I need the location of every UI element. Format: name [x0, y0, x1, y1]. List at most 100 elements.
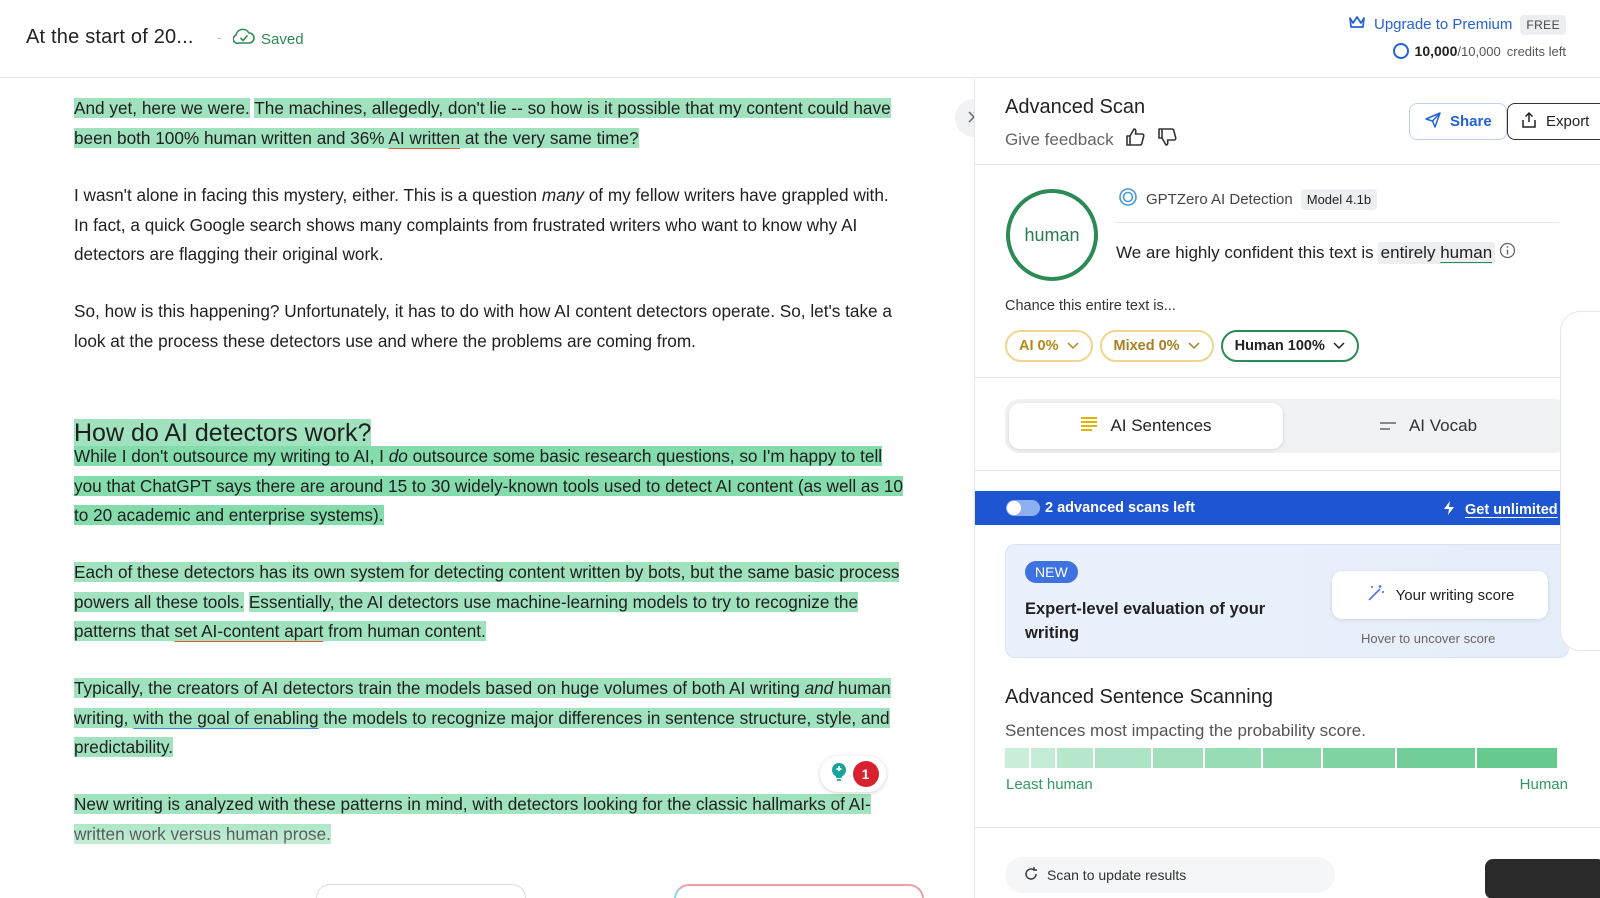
- promo-text: Expert-level evaluation of your writing: [1025, 600, 1266, 642]
- sentence-text: While I don't outsource my writing to AI…: [74, 446, 384, 466]
- emphasis-text: many: [541, 185, 584, 205]
- chevron-down-icon: [1188, 338, 1200, 354]
- scan-update-button[interactable]: Scan to update results: [1005, 857, 1335, 893]
- divider: [975, 377, 1600, 378]
- scale-high-label: Human: [1519, 776, 1568, 793]
- sentence-highlight[interactable]: New writing is analyzed with these patte…: [74, 794, 871, 844]
- result-ring: human: [1006, 189, 1098, 281]
- paragraph-1[interactable]: And yet, here we were. The machines, all…: [74, 94, 904, 153]
- divider: [975, 164, 1600, 165]
- export-icon: [1520, 111, 1538, 133]
- magic-wand-icon: [1366, 583, 1386, 607]
- analysis-tabs: AI Sentences AI Vocab: [1005, 399, 1569, 453]
- new-badge: NEW: [1025, 561, 1078, 583]
- update-label: Scan to update results: [1047, 867, 1187, 883]
- paragraph-6[interactable]: Typically, the creators of AI detectors …: [74, 674, 904, 763]
- writing-score-promo: NEW Expert-level evaluation of your writ…: [1005, 544, 1569, 658]
- share-button[interactable]: Share: [1409, 103, 1507, 140]
- side-drawer-handle[interactable]: [1560, 311, 1600, 651]
- panel-title: Advanced Scan: [1005, 96, 1146, 118]
- vocab-icon: [1379, 416, 1397, 436]
- advanced-scanning-title: Advanced Sentence Scanning: [1005, 686, 1273, 708]
- info-icon[interactable]: [1499, 242, 1516, 264]
- flagged-phrase[interactable]: set AI-content apart: [174, 621, 323, 641]
- scale-segment[interactable]: [1263, 748, 1321, 768]
- suggestion-bubble[interactable]: 1: [820, 756, 886, 792]
- sentences-icon: [1080, 416, 1098, 437]
- mixed-probability-pill[interactable]: Mixed 0%: [1099, 330, 1214, 362]
- probability-pills: AI 0% Mixed 0% Human 100%: [1005, 330, 1359, 362]
- scale-low-label: Least human: [1006, 776, 1093, 793]
- lightning-icon: [1443, 500, 1455, 520]
- bottom-toolbar[interactable]: [316, 884, 526, 898]
- export-label: Export: [1546, 113, 1590, 130]
- model-badge: Model 4.1b: [1300, 188, 1378, 210]
- paragraph-5[interactable]: Each of these detectors has its own syst…: [74, 558, 904, 647]
- sentence-text: from human content.: [328, 621, 486, 641]
- get-unlimited-link[interactable]: Get unlimited: [1443, 500, 1558, 520]
- scale-segment[interactable]: [1397, 748, 1475, 768]
- advanced-scanning-subtitle: Sentences most impacting the probability…: [1005, 721, 1366, 740]
- toggle-icon[interactable]: [1006, 500, 1040, 516]
- scans-left-banner: 2 advanced scans left Get unlimited: [975, 491, 1600, 525]
- credits-total: /10,000: [1457, 44, 1501, 59]
- paragraph-4[interactable]: While I don't outsource my writing to AI…: [74, 442, 904, 531]
- paragraph-7[interactable]: New writing is analyzed with these patte…: [74, 790, 904, 849]
- title-separator: -: [217, 29, 222, 45]
- confidence-prefix: We are highly confident this text is: [1116, 243, 1374, 262]
- sentence-highlight[interactable]: Typically, the creators of AI detectors …: [74, 678, 891, 757]
- detector-row: GPTZero AI Detection Model 4.1b: [1118, 187, 1378, 211]
- confidence-statement: We are highly confident this text is ent…: [1116, 242, 1516, 264]
- credits-indicator: 10,000/10,000 credits left: [1392, 43, 1566, 59]
- bottom-action-button[interactable]: [674, 884, 924, 898]
- sentence-scale-bar[interactable]: [1005, 748, 1569, 768]
- human-probability-pill[interactable]: Human 100%: [1220, 330, 1359, 362]
- paragraph-3[interactable]: So, how is this happening? Unfortunately…: [74, 297, 904, 356]
- scale-segment[interactable]: [1323, 748, 1395, 768]
- suggestion-bulb-icon: [828, 761, 850, 788]
- ai-probability-pill[interactable]: AI 0%: [1005, 330, 1093, 362]
- confidence-word: entirely: [1380, 243, 1436, 262]
- paragraph-2[interactable]: I wasn't alone in facing this mystery, e…: [74, 181, 904, 270]
- credits-used: 10,000: [1414, 43, 1458, 59]
- crown-icon: [1348, 14, 1366, 35]
- thumbs-up-icon[interactable]: [1124, 126, 1146, 153]
- paragraph-text: I wasn't alone in facing this mystery, e…: [74, 185, 538, 205]
- feedback-label: Give feedback: [1005, 129, 1114, 149]
- upgrade-label[interactable]: Upgrade to Premium: [1374, 16, 1512, 33]
- scale-segment[interactable]: [1031, 748, 1055, 768]
- export-button[interactable]: Export: [1507, 103, 1600, 140]
- paragraph-text: So, how is this happening? Unfortunately…: [74, 301, 892, 351]
- scale-segment[interactable]: [1095, 748, 1151, 768]
- document-title[interactable]: At the start of 20...: [26, 26, 194, 49]
- primary-action-button[interactable]: [1485, 859, 1600, 898]
- pill-label: Mixed 0%: [1113, 338, 1180, 354]
- saved-check-icon: [232, 28, 255, 50]
- scale-segment[interactable]: [1005, 748, 1029, 768]
- flagged-phrase[interactable]: AI written: [388, 128, 460, 148]
- feedback-row: Give feedback: [1005, 126, 1178, 153]
- emphasis-text: and: [804, 678, 834, 698]
- confidence-result: entirely human: [1377, 242, 1496, 264]
- saved-status: Saved: [232, 28, 304, 50]
- tab-ai-sentences[interactable]: AI Sentences: [1009, 403, 1283, 449]
- scale-segment[interactable]: [1057, 748, 1093, 768]
- writing-score-button[interactable]: Your writing score: [1332, 571, 1548, 619]
- gptzero-logo-icon: [1118, 187, 1138, 211]
- detector-divider: [1115, 222, 1559, 223]
- hover-hint: Hover to uncover score: [1361, 631, 1496, 646]
- divider: [975, 827, 1600, 828]
- chance-label: Chance this entire text is...: [1005, 298, 1176, 314]
- sentence-highlight[interactable]: While I don't outsource my writing to AI…: [74, 446, 903, 525]
- scale-segment[interactable]: [1153, 748, 1203, 768]
- suggestion-phrase[interactable]: with the goal of enabling: [133, 708, 318, 728]
- emphasis-text: do: [388, 446, 408, 466]
- sentence-highlight[interactable]: And yet, here we were.: [74, 98, 250, 118]
- chevron-down-icon: [1066, 338, 1079, 354]
- scale-segment[interactable]: [1477, 748, 1557, 768]
- upgrade-link[interactable]: Upgrade to Premium FREE: [1348, 14, 1566, 35]
- tab-ai-vocab[interactable]: AI Vocab: [1291, 403, 1565, 449]
- scale-segment[interactable]: [1205, 748, 1261, 768]
- thumbs-down-icon[interactable]: [1156, 126, 1178, 153]
- plan-badge: FREE: [1520, 14, 1566, 35]
